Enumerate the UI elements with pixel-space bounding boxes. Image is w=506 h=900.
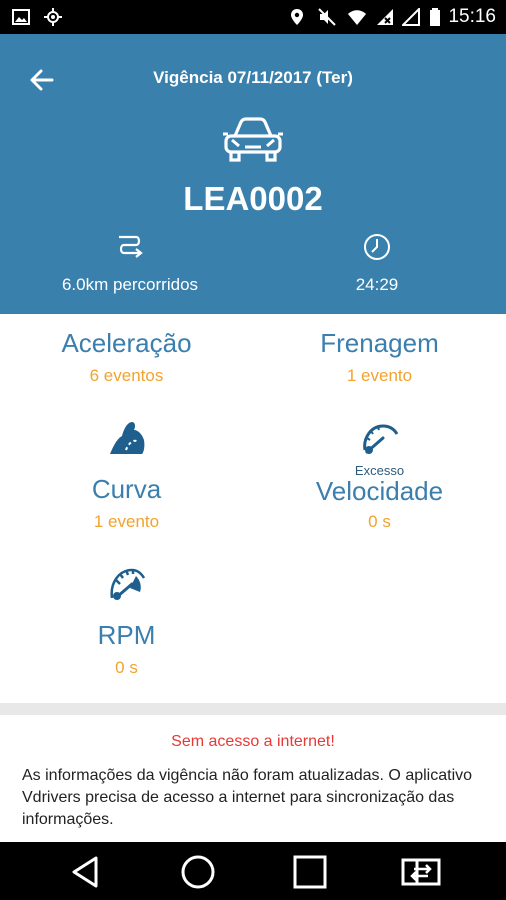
car-icon xyxy=(223,117,283,162)
distance-label: 6.0km percorridos xyxy=(61,275,199,294)
location-target-icon xyxy=(44,8,62,26)
warning-title: Sem acesso a internet! xyxy=(171,733,335,750)
clock-icon xyxy=(364,234,390,260)
card-value-frenagem: 1 evento xyxy=(346,366,413,385)
card-value-velocidade: 0 s xyxy=(368,512,391,531)
signal-icon xyxy=(402,8,420,26)
route-icon xyxy=(119,235,143,258)
clock: 15:16 xyxy=(448,6,496,27)
card-value-curva: 1 evento xyxy=(93,512,160,531)
switch-app-icon[interactable] xyxy=(400,854,442,890)
events-grid: Aceleração 6 eventos Frenagem 1 evento C… xyxy=(0,314,506,703)
card-rpm[interactable]: RPM 0 s xyxy=(0,560,253,680)
card-curva[interactable]: Curva 1 evento xyxy=(0,414,253,534)
trip-header: Vigência 07/11/2017 (Ter) LEA0002 6.0km … xyxy=(0,34,506,314)
duration-label: 24:29 xyxy=(355,275,399,294)
home-nav-icon[interactable] xyxy=(180,854,216,890)
card-title-aceleracao: Aceleração xyxy=(61,328,192,358)
speedometer-icon xyxy=(363,424,399,454)
card-value-rpm: 0 s xyxy=(115,658,138,677)
wifi-icon xyxy=(348,10,366,25)
location-pin-icon xyxy=(291,9,303,25)
mute-icon xyxy=(318,8,336,26)
status-bar: 15:16 xyxy=(0,0,506,34)
card-frenagem[interactable]: Frenagem 1 evento xyxy=(253,314,506,394)
image-icon xyxy=(12,9,30,25)
rpm-gauge-icon xyxy=(110,568,146,600)
card-title-curva: Curva xyxy=(91,474,162,504)
navigation-bar xyxy=(0,842,506,900)
warning-message: As informações da vigência não foram atu… xyxy=(22,767,473,828)
vehicle-plate: LEA0002 xyxy=(183,180,323,217)
card-title-rpm: RPM xyxy=(97,620,156,650)
signal-no-data-icon xyxy=(377,9,393,25)
card-title-frenagem: Frenagem xyxy=(320,328,439,358)
curve-road-icon xyxy=(110,422,145,454)
card-aceleracao[interactable]: Aceleração 6 eventos xyxy=(0,314,253,394)
recents-nav-icon[interactable] xyxy=(292,854,328,890)
section-divider xyxy=(0,703,506,715)
back-nav-icon[interactable] xyxy=(68,854,104,890)
page-title: Vigência 07/11/2017 (Ter) xyxy=(153,68,353,87)
card-velocidade[interactable]: Excesso Velocidade 0 s xyxy=(253,414,506,534)
card-value-aceleracao: 6 eventos xyxy=(89,366,164,385)
battery-icon xyxy=(430,8,440,26)
card-title-velocidade: Velocidade xyxy=(315,476,444,506)
